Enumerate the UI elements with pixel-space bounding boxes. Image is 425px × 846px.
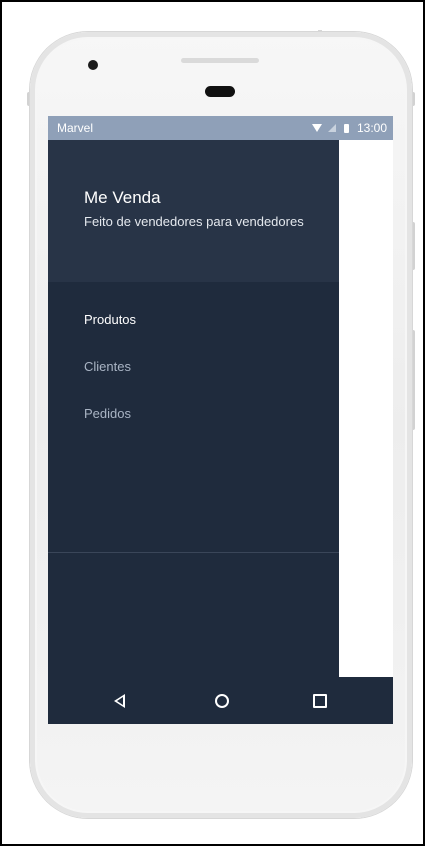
- menu-item-produtos[interactable]: Produtos: [48, 296, 339, 343]
- back-button[interactable]: [107, 689, 131, 713]
- drawer-menu: Produtos Clientes Pedidos: [48, 296, 339, 437]
- home-button[interactable]: [210, 689, 234, 713]
- status-carrier: Marvel: [57, 121, 94, 135]
- home-icon: [215, 694, 229, 708]
- android-nav-bar: [48, 677, 393, 724]
- battery-icon: [343, 123, 349, 133]
- front-camera: [88, 60, 98, 70]
- back-icon: [113, 694, 125, 708]
- status-time: 13:00: [356, 121, 387, 135]
- signal-icon: [327, 124, 336, 132]
- menu-item-pedidos[interactable]: Pedidos: [48, 390, 339, 437]
- drawer-divider: [48, 552, 339, 553]
- proximity-sensor: [205, 86, 235, 97]
- app-title: Me Venda: [84, 188, 161, 207]
- status-icons: 13:00: [311, 116, 387, 140]
- menu-item-clientes[interactable]: Clientes: [48, 343, 339, 390]
- recent-apps-icon: [313, 694, 327, 708]
- wifi-icon: [311, 124, 322, 132]
- status-bar: Marvel 13:00: [48, 116, 393, 140]
- phone-screen: Marvel 13:00 Me Venda Feito de vendedore…: [48, 116, 393, 724]
- navigation-drawer: Me Venda Feito de vendedores para vended…: [48, 140, 339, 677]
- drawer-header: Me Venda Feito de vendedores para vended…: [48, 140, 339, 282]
- earpiece-speaker: [181, 58, 259, 63]
- recent-apps-button[interactable]: [308, 689, 332, 713]
- app-subtitle: Feito de vendedores para vendedores: [84, 214, 304, 229]
- drawer-scrim[interactable]: [339, 140, 393, 677]
